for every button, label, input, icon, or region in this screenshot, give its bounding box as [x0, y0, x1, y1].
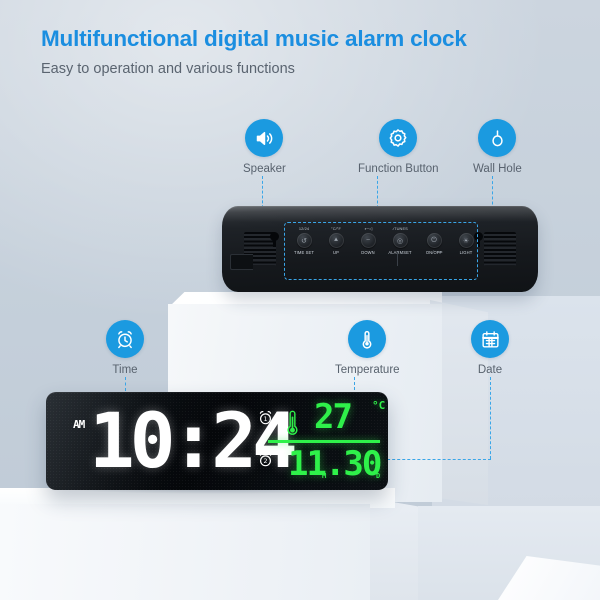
- button-label: TIME SET: [293, 250, 315, 255]
- svg-text:2: 2: [263, 458, 267, 465]
- svg-text:1: 1: [263, 416, 267, 423]
- knob-icon: ☀: [458, 233, 474, 248]
- callout-label: Temperature: [335, 364, 400, 376]
- date-day-tag: D: [376, 472, 381, 480]
- callout-temperature[interactable]: Temperature: [335, 320, 400, 376]
- button-time-set[interactable]: 12/24 ↺ TIME SET: [286, 226, 322, 255]
- knob-icon: ⯅: [328, 233, 344, 248]
- button-symbol: ◑─◁: [363, 226, 373, 231]
- callout-label: Speaker: [243, 163, 286, 175]
- alarm-clock-icon: [106, 320, 144, 358]
- callout-time[interactable]: Time: [106, 320, 144, 376]
- led-clock-display: AM 10:24 1 27 °C 2 11.30 M D: [46, 392, 388, 490]
- device-gloss: [222, 206, 538, 222]
- temperature-unit: °C: [372, 399, 386, 412]
- page-title: Multifunctional digital music alarm cloc…: [41, 26, 467, 51]
- callout-date[interactable]: Date: [471, 320, 509, 376]
- thermometer-led-icon: [284, 408, 301, 443]
- button-down[interactable]: ◑─◁ − DOWN: [350, 226, 386, 255]
- button-label: DOWN: [361, 250, 375, 255]
- plinth-front-face: [0, 504, 370, 600]
- button-light[interactable]: ☀ LIGHT: [448, 226, 484, 255]
- callout-label: Time: [112, 364, 138, 376]
- display-divider-bar: [268, 440, 380, 443]
- thermometer-icon: [348, 320, 387, 358]
- knob-icon: ↺: [296, 233, 312, 248]
- knob-icon: ◎: [392, 233, 408, 248]
- button-alarm-set[interactable]: ♪TUNES ◎ ALARMSET: [382, 226, 418, 255]
- callout-function-button[interactable]: Function Button: [358, 119, 439, 175]
- reset-label: reset: [436, 250, 443, 254]
- button-up[interactable]: °C/°F ⯅ UP: [318, 226, 354, 255]
- knob-icon: −: [360, 233, 376, 248]
- temperature-readout: 27: [314, 397, 353, 437]
- date-month-tag: M: [322, 472, 327, 480]
- button-symbol: ♪TUNES: [392, 226, 408, 231]
- button-label: UP: [333, 250, 339, 255]
- connector-date-vertical: [490, 377, 491, 459]
- product-infographic: Multifunctional digital music alarm cloc…: [0, 0, 600, 600]
- callout-label: Wall Hole: [473, 163, 522, 175]
- am-pm-indicator: AM: [73, 418, 85, 431]
- device-back-view: 12/24 ↺ TIME SET °C/°F ⯅ UP ◑─◁ − DOWN ♪…: [222, 206, 538, 292]
- gear-icon: [379, 119, 418, 157]
- alarm-2-icon: 2: [256, 450, 275, 474]
- speaker-icon: [245, 119, 284, 157]
- button-row: 12/24 ↺ TIME SET °C/°F ⯅ UP ◑─◁ − DOWN ♪…: [286, 226, 474, 276]
- wall-mount-hole-left: [270, 232, 279, 247]
- page-subtitle: Easy to operation and various functions: [41, 61, 295, 77]
- power-port: [230, 254, 253, 270]
- alarm-1-icon: 1: [256, 408, 275, 432]
- connector-date-horizontal: [372, 459, 491, 460]
- callout-speaker[interactable]: Speaker: [243, 119, 286, 175]
- button-label: ALARMSET: [388, 250, 412, 255]
- button-symbol: 12/24: [298, 226, 310, 231]
- speaker-grille-right: [484, 232, 516, 266]
- button-label: LIGHT: [459, 250, 473, 255]
- button-on-off[interactable]: ⏻ ON/OFF: [416, 226, 452, 255]
- callout-label: Date: [477, 364, 503, 376]
- button-symbol: °C/°F: [331, 226, 341, 231]
- callout-label: Function Button: [358, 163, 439, 175]
- panel-divider: [397, 252, 398, 266]
- knob-icon: ⏻: [426, 233, 442, 248]
- calendar-icon: [471, 320, 509, 358]
- callout-wall-hole[interactable]: Wall Hole: [473, 119, 522, 175]
- date-readout: 11.30: [288, 444, 382, 484]
- wall-hole-icon: [478, 119, 517, 157]
